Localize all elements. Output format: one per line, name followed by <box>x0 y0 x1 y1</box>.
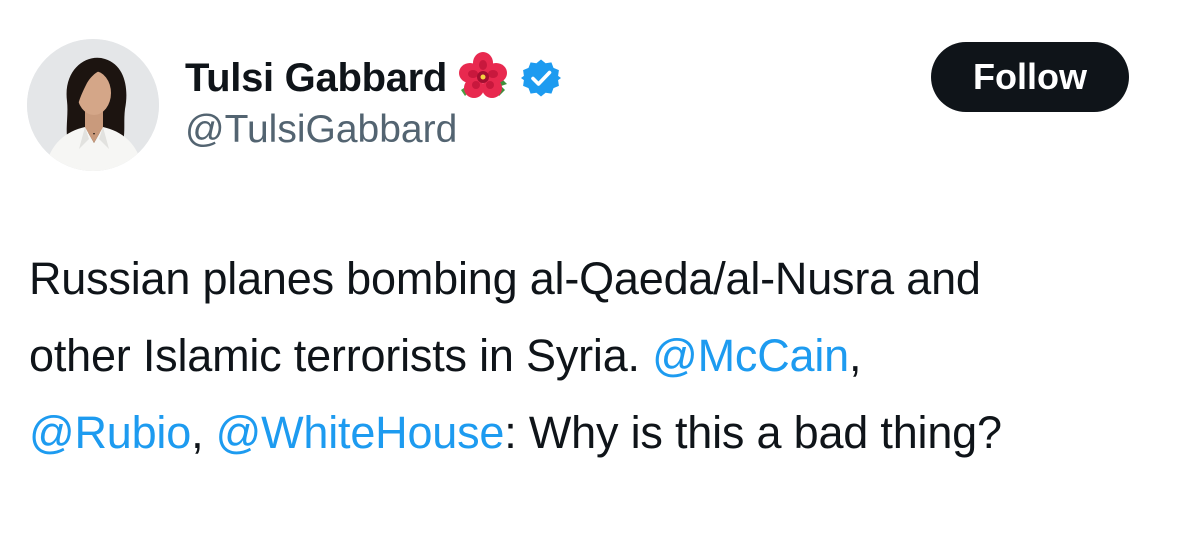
author-handle[interactable]: @TulsiGabbard <box>185 108 457 152</box>
tweet-card: Tulsi Gabbard @TulsiGabbard Follow Russi… <box>0 0 1179 543</box>
tweet-text-segment: : Why is this a bad thing? <box>504 407 1002 458</box>
follow-button[interactable]: Follow <box>931 42 1129 112</box>
mention-rubio-link[interactable]: @Rubio <box>29 407 191 458</box>
tweet-text-line-1: Russian planes bombing al-Qaeda/al-Nusra… <box>29 253 981 304</box>
avatar-photo <box>27 39 159 171</box>
mention-mccain-link[interactable]: @McCain <box>652 330 849 381</box>
hibiscus-icon <box>455 50 511 106</box>
avatar[interactable] <box>27 39 159 171</box>
tweet-text-separator: , <box>191 407 216 458</box>
author-display-name[interactable]: Tulsi Gabbard <box>185 56 447 101</box>
tweet-text-line-3: @Rubio, @WhiteHouse: Why is this a bad t… <box>29 394 1149 471</box>
mention-whitehouse-link[interactable]: @WhiteHouse <box>216 407 505 458</box>
verified-icon[interactable] <box>521 58 562 98</box>
author-name-row: Tulsi Gabbard <box>185 50 562 106</box>
tweet-text: Russian planes bombing al-Qaeda/al-Nusra… <box>29 240 1149 471</box>
tweet-text-separator: , <box>848 330 862 381</box>
tweet-text-segment: other Islamic terrorists in Syria. <box>29 330 653 381</box>
tweet-text-line-2: other Islamic terrorists in Syria. @McCa… <box>29 317 1149 394</box>
